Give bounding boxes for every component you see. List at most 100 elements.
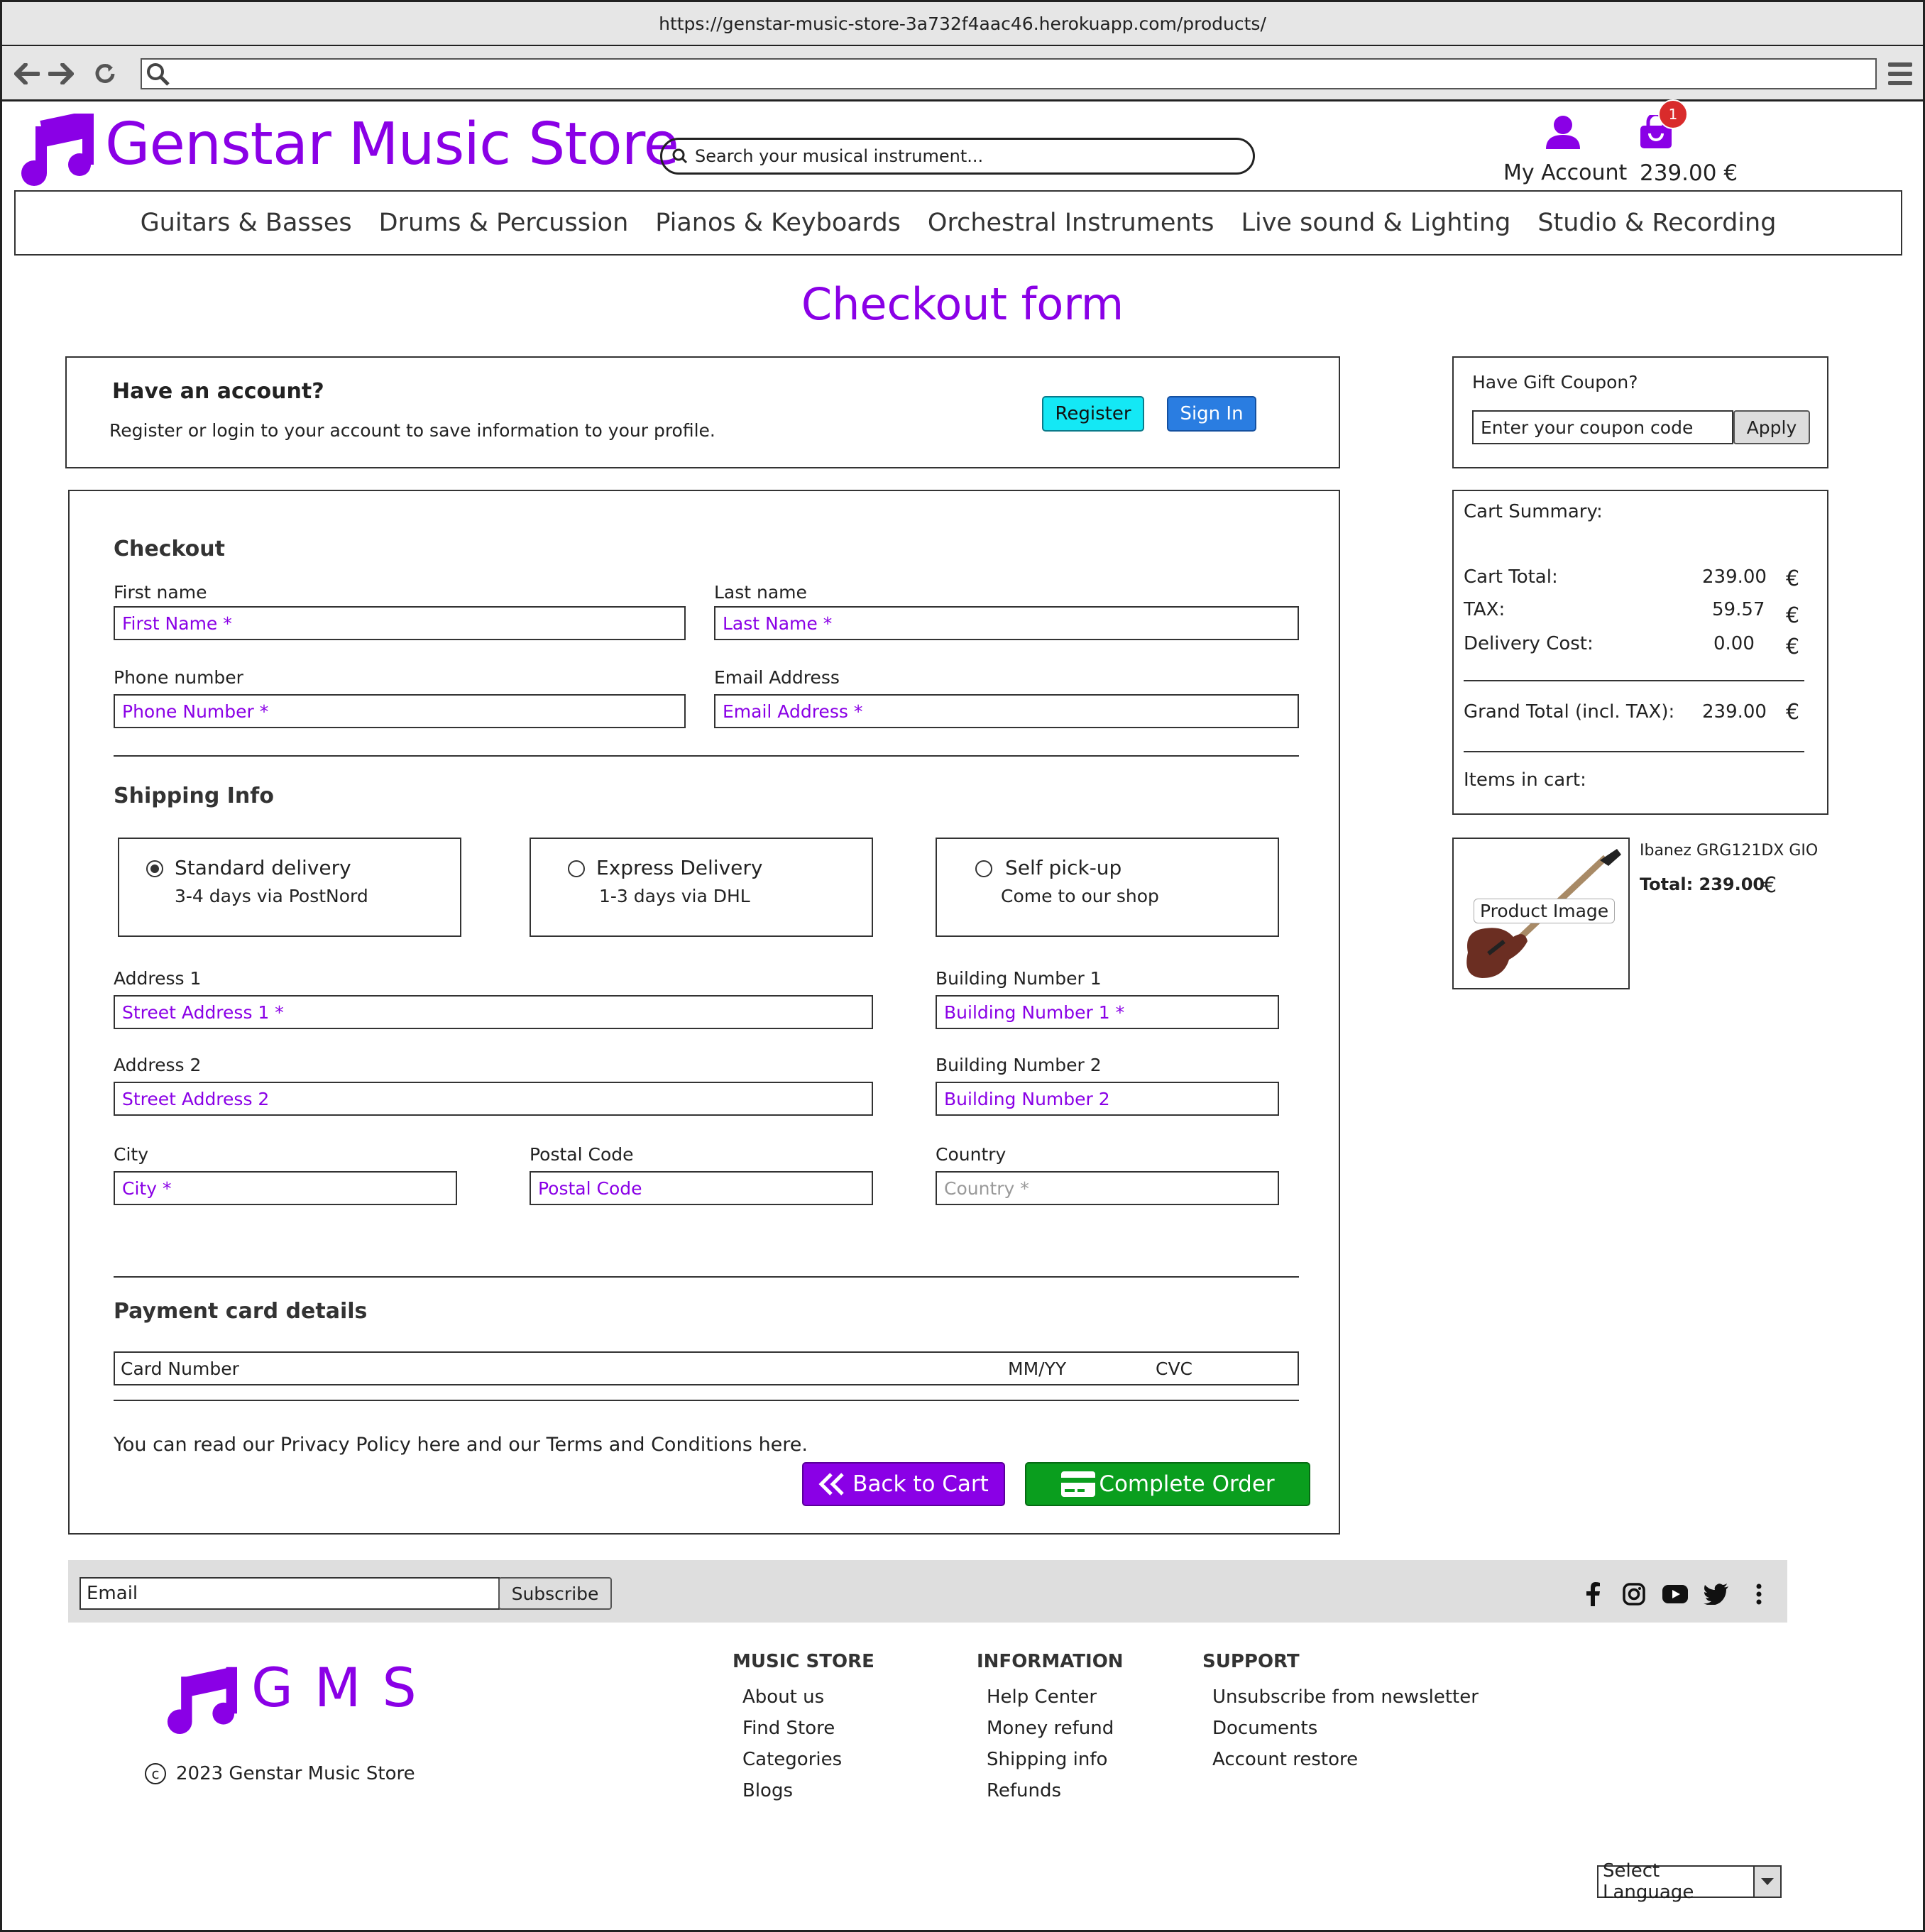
search-input[interactable]: Search your musical instrument... [660,138,1255,175]
music-note-logo-icon[interactable] [166,1664,237,1738]
postal-field[interactable]: Postal Code [530,1171,873,1205]
card-number-placeholder: Card Number [121,1359,239,1379]
footer-link[interactable]: Categories [733,1749,874,1770]
user-icon[interactable] [1545,114,1581,153]
account-text: Register or login to your account to sav… [109,420,715,441]
header-cart-total[interactable]: 239.00 € [1640,160,1738,186]
nav-item-drums[interactable]: Drums & Percussion [379,209,629,237]
apply-coupon-button[interactable]: Apply [1733,410,1810,444]
footer-link[interactable]: Money refund [977,1718,1124,1739]
product-total: Total: 239.00 [1640,874,1765,894]
tax-value: 59.57 [1712,599,1765,620]
footer-link[interactable]: Account restore [1202,1749,1479,1770]
shipping-option-title: Self pick-up [1005,856,1122,879]
facebook-icon[interactable] [1579,1580,1607,1608]
items-in-cart-label: Items in cart: [1464,769,1586,791]
footer-link[interactable]: Blogs [733,1780,874,1801]
address1-field[interactable]: Street Address 1 * [114,995,873,1029]
twitter-icon[interactable] [1702,1580,1731,1608]
footer-heading: MUSIC STORE [733,1651,874,1672]
country-label: Country [936,1144,1007,1165]
coupon-input[interactable]: Enter your coupon code [1472,410,1733,444]
search-icon [672,148,688,164]
footer-brand[interactable]: GMS [251,1661,438,1715]
first-name-field[interactable]: First Name * [114,606,686,640]
postal-placeholder: Postal Code [538,1178,642,1199]
shipping-option-standard[interactable]: Standard delivery 3-4 days via PostNord [118,838,461,937]
footer-link[interactable]: About us [733,1686,874,1708]
nav-item-guitars[interactable]: Guitars & Basses [141,209,352,237]
country-select[interactable]: Country * [936,1171,1279,1205]
chevron-down-icon[interactable] [1753,1867,1780,1897]
nav-item-live-sound[interactable]: Live sound & Lighting [1241,209,1511,237]
footer-column-support: SUPPORT Unsubscribe from newsletter Docu… [1202,1651,1479,1780]
building1-field[interactable]: Building Number 1 * [936,995,1279,1029]
footer-link[interactable]: Shipping info [977,1749,1124,1770]
delivery-label: Delivery Cost: [1464,633,1594,654]
product-name[interactable]: Ibanez GRG121DX GIO [1640,842,1818,860]
product-image[interactable]: Product Image [1452,838,1630,989]
my-account-link[interactable]: My Account [1503,160,1627,185]
credit-card-icon [1061,1471,1096,1497]
account-prompt-box: Have an account? Register or login to yo… [65,356,1340,468]
summary-heading: Cart Summary: [1464,501,1603,522]
music-note-logo-icon[interactable] [20,109,94,189]
footer-link[interactable]: Refunds [977,1780,1124,1801]
footer-heading: INFORMATION [977,1651,1124,1672]
language-select[interactable]: Select Language [1597,1860,1782,1903]
complete-order-button[interactable]: Complete Order [1025,1462,1310,1506]
footer-link[interactable]: Help Center [977,1686,1124,1708]
building2-placeholder: Building Number 2 [944,1088,1110,1109]
phone-field[interactable]: Phone Number * [114,694,686,728]
email-field[interactable]: Email Address * [714,694,1299,728]
tax-label: TAX: [1464,599,1506,620]
hamburger-menu-icon[interactable] [1888,62,1912,85]
policy-text[interactable]: You can read our Privacy Policy here and… [114,1434,808,1456]
expiry-placeholder: MM/YY [1008,1359,1067,1379]
more-vertical-icon[interactable] [1745,1580,1773,1608]
coupon-label: Have Gift Coupon? [1472,372,1638,393]
sign-in-button[interactable]: Sign In [1167,396,1256,432]
register-button[interactable]: Register [1042,396,1144,432]
reload-icon[interactable] [91,60,119,88]
card-input[interactable]: Card Number MM/YY CVC [114,1351,1299,1385]
address-bar[interactable] [141,58,1877,89]
cart-summary: Cart Summary: Cart Total: 239.00 € TAX: … [1452,490,1828,815]
arrow-right-icon[interactable] [47,60,75,88]
footer-heading: SUPPORT [1202,1651,1300,1672]
address1-placeholder: Street Address 1 * [122,1001,284,1023]
coupon-placeholder: Enter your coupon code [1481,417,1694,438]
youtube-icon[interactable] [1661,1580,1689,1608]
divider [114,1276,1299,1278]
city-field[interactable]: City * [114,1171,457,1205]
shipping-option-pickup[interactable]: Self pick-up Come to our shop [936,838,1279,937]
email-placeholder: Email Address * [723,701,863,722]
nav-item-pianos[interactable]: Pianos & Keyboards [655,209,901,237]
radio-icon[interactable] [568,860,585,877]
back-to-cart-button[interactable]: Back to Cart [802,1462,1005,1506]
language-label: Select Language [1603,1860,1694,1903]
nav-item-studio[interactable]: Studio & Recording [1537,209,1776,237]
footer-link[interactable]: Find Store [733,1718,874,1739]
address2-field[interactable]: Street Address 2 [114,1082,873,1116]
last-name-field[interactable]: Last Name * [714,606,1299,640]
country-placeholder: Country * [944,1178,1029,1199]
shipping-option-express[interactable]: Express Delivery 1-3 days via DHL [530,838,873,937]
subscribe-button[interactable]: Subscribe [498,1577,612,1610]
copyright: c 2023 Genstar Music Store [145,1763,415,1784]
arrow-left-icon[interactable] [13,60,41,88]
footer-link[interactable]: Unsubscribe from newsletter [1202,1686,1479,1708]
radio-selected-icon[interactable] [146,860,163,877]
building2-field[interactable]: Building Number 2 [936,1082,1279,1116]
grand-total-value: 239.00 [1702,701,1767,723]
store-title[interactable]: Genstar Music Store [105,116,679,174]
url-bar[interactable]: https://genstar-music-store-3a732f4aac46… [2,2,1923,46]
nav-item-orchestral[interactable]: Orchestral Instruments [928,209,1214,237]
account-heading: Have an account? [112,379,324,404]
chevrons-left-icon [818,1473,844,1495]
footer-link[interactable]: Documents [1202,1718,1479,1739]
newsletter-email-input[interactable]: Email [79,1577,500,1610]
radio-icon[interactable] [975,860,992,877]
search-icon [146,62,170,89]
instagram-icon[interactable] [1620,1580,1648,1608]
